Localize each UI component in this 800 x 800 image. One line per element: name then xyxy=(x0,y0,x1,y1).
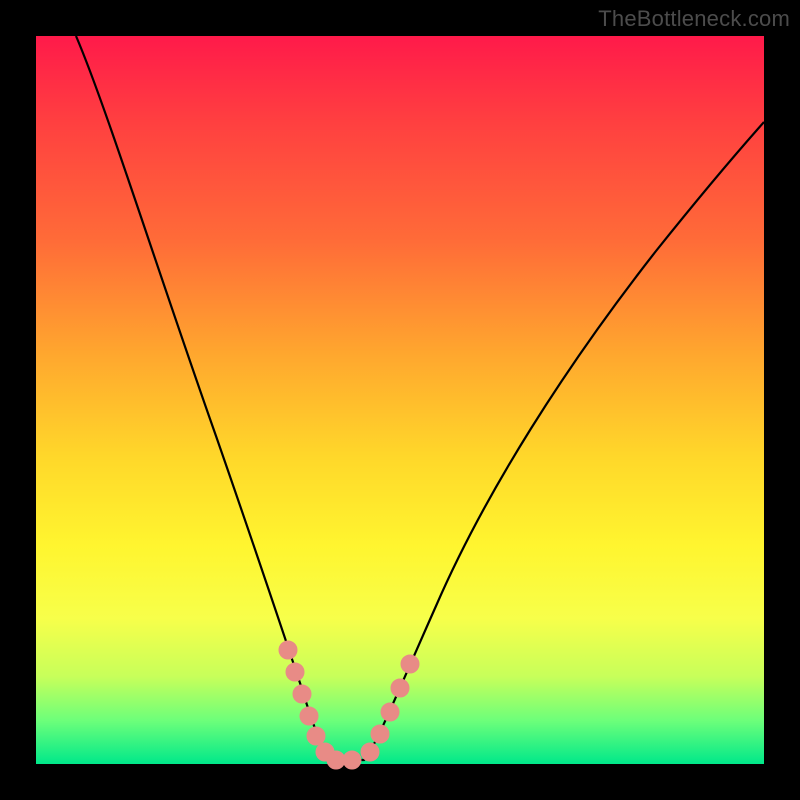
bead-marker xyxy=(307,727,325,745)
outer-frame: TheBottleneck.com xyxy=(0,0,800,800)
attribution-text: TheBottleneck.com xyxy=(598,6,790,32)
bead-marker xyxy=(391,679,409,697)
curve-layer xyxy=(36,36,764,764)
bead-marker xyxy=(361,743,379,761)
bottleneck-curve xyxy=(76,36,764,760)
bead-marker xyxy=(343,751,361,769)
bead-marker xyxy=(279,641,297,659)
bead-marker xyxy=(327,751,345,769)
bead-marker xyxy=(381,703,399,721)
bead-marker xyxy=(293,685,311,703)
bead-marker xyxy=(300,707,318,725)
bead-marker xyxy=(286,663,304,681)
bead-marker xyxy=(401,655,419,673)
plot-area xyxy=(36,36,764,764)
bead-marker xyxy=(371,725,389,743)
